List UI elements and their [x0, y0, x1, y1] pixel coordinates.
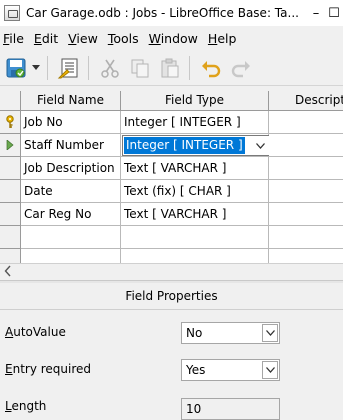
scroll-left-icon[interactable] [4, 265, 12, 277]
row-header[interactable] [0, 226, 21, 249]
field-name-cell[interactable]: Car Reg No [21, 203, 121, 226]
field-type-cell[interactable] [121, 226, 269, 249]
field-type-cell[interactable]: Text (fix) [ CHAR ] [121, 180, 269, 203]
field-type-cell[interactable]: Text [ VARCHAR ] [121, 157, 269, 180]
menu-file[interactable]: File [0, 31, 29, 46]
description-cell[interactable] [269, 180, 343, 203]
save-icon [6, 58, 26, 77]
paste-icon [161, 58, 179, 77]
autovalue-label: AutoValue [5, 325, 66, 339]
menu-tools[interactable]: Tools [103, 31, 144, 46]
entry-required-label: Entry required [5, 362, 92, 376]
entry-required-value: Yes [186, 363, 206, 377]
row-header[interactable] [0, 249, 21, 263]
field-type-selected-value: Integer [ INTEGER ] [124, 137, 245, 154]
field-name-cell[interactable]: Staff Number [21, 134, 121, 157]
save-button[interactable] [2, 54, 30, 82]
key-icon [6, 115, 14, 128]
table-row[interactable]: Date Text (fix) [ CHAR ] [0, 180, 343, 203]
field-type-cell[interactable]: Integer [ INTEGER ] [121, 111, 269, 134]
field-type-cell[interactable] [121, 249, 269, 263]
cut-button[interactable] [96, 54, 124, 82]
copy-icon [131, 59, 149, 77]
description-cell[interactable] [269, 134, 343, 157]
field-name-cell[interactable]: Date [21, 180, 121, 203]
menu-edit[interactable]: Edit [29, 31, 63, 46]
table-row[interactable]: Staff Number Integer [ INTEGER ] [0, 134, 343, 157]
column-header-field-name[interactable]: Field Name [21, 91, 121, 111]
index-design-icon [57, 58, 78, 78]
length-field[interactable]: 10 [181, 398, 280, 420]
description-cell[interactable] [269, 157, 343, 180]
menu-view[interactable]: View [63, 31, 103, 46]
menu-window[interactable]: Window [144, 31, 203, 46]
divider [0, 309, 343, 310]
description-cell[interactable] [269, 111, 343, 134]
field-name-cell[interactable] [21, 226, 121, 249]
chevron-down-icon[interactable] [262, 324, 278, 342]
app-icon [4, 5, 20, 21]
corner-header [0, 91, 21, 111]
entry-required-dropdown[interactable]: Yes [181, 359, 280, 381]
copy-button[interactable] [126, 54, 154, 82]
menu-help[interactable]: Help [203, 31, 242, 46]
description-cell[interactable] [269, 203, 343, 226]
minimize-button[interactable]: – [307, 0, 325, 26]
column-header-description[interactable]: Description [269, 91, 343, 111]
length-label: Length [5, 399, 47, 413]
description-cell[interactable] [269, 226, 343, 249]
table-row[interactable] [0, 249, 343, 263]
undo-icon [202, 60, 221, 77]
autovalue-dropdown[interactable]: No [181, 322, 280, 344]
table-row[interactable]: Car Reg No Text [ VARCHAR ] [0, 203, 343, 226]
pane-splitter[interactable] [0, 280, 343, 283]
row-header[interactable] [0, 203, 21, 226]
horizontal-scrollbar[interactable] [0, 263, 343, 279]
window-title: Car Garage.odb : Jobs - LibreOffice Base… [26, 6, 299, 20]
field-name-cell[interactable]: Job Description [21, 157, 121, 180]
table-design-grid: Field Name Field Type Description Job No… [0, 91, 343, 263]
column-header-field-type[interactable]: Field Type [121, 91, 269, 111]
toolbar-separator [189, 55, 190, 80]
table-row[interactable]: Job Description Text [ VARCHAR ] [0, 157, 343, 180]
autovalue-value: No [186, 326, 203, 340]
chevron-down-icon[interactable] [252, 136, 269, 155]
maximize-button[interactable]: ☐ [325, 0, 343, 26]
row-header[interactable] [0, 180, 21, 203]
row-header[interactable] [0, 111, 21, 134]
toolbar-separator [47, 55, 48, 80]
field-name-cell[interactable]: Job No [21, 111, 121, 134]
field-type-dropdown[interactable]: Integer [ INTEGER ] [122, 135, 270, 156]
field-type-cell[interactable]: Text [ VARCHAR ] [121, 203, 269, 226]
redo-icon [231, 60, 250, 77]
length-value: 10 [186, 402, 202, 416]
chevron-down-icon[interactable] [262, 361, 278, 379]
field-name-cell[interactable] [21, 249, 121, 263]
title-bar: Car Garage.odb : Jobs - LibreOffice Base… [0, 0, 343, 26]
row-header[interactable] [0, 157, 21, 180]
save-dropdown-button[interactable] [30, 54, 42, 82]
toolbar-separator [88, 55, 89, 80]
menu-bar: File Edit View Tools Window Help [0, 27, 343, 49]
table-row[interactable] [0, 226, 343, 249]
description-cell[interactable] [269, 249, 343, 263]
toolbar [0, 50, 343, 86]
dropdown-arrow-icon [32, 64, 40, 70]
undo-button[interactable] [197, 54, 225, 82]
paste-button[interactable] [156, 54, 184, 82]
field-properties-header: Field Properties [125, 289, 218, 303]
current-row-arrow-icon [6, 140, 14, 150]
redo-button[interactable] [227, 54, 255, 82]
index-design-button[interactable] [55, 54, 83, 82]
cut-icon [101, 59, 119, 78]
row-header[interactable] [0, 134, 21, 157]
table-row[interactable]: Job No Integer [ INTEGER ] [0, 111, 343, 134]
